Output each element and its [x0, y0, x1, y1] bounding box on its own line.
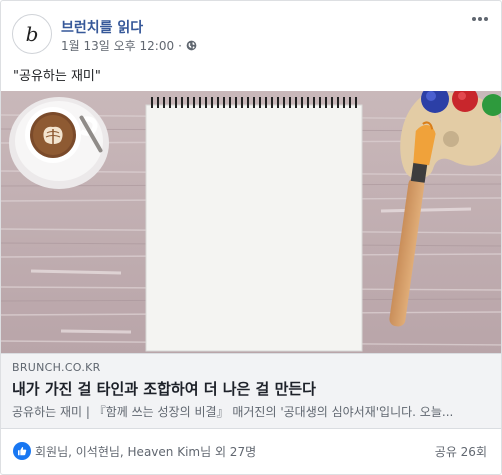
post-text: "공유하는 재미" [13, 69, 101, 84]
avatar-logo: b [25, 22, 39, 46]
meta-separator: · [178, 38, 182, 53]
thumbs-up-icon [18, 447, 27, 456]
page-name-link[interactable]: 브런치를 읽다 [61, 17, 143, 37]
post-card: b 브런치를 읽다 1월 13일 오후 12:00 · "공유하는 재미" BR… [0, 0, 502, 475]
share-count[interactable]: 공유 26회 [435, 443, 487, 460]
link-domain: BRUNCH.CO.KR [12, 361, 101, 374]
hero-illustration [1, 91, 501, 353]
link-description: 공유하는 재미 | 『함께 쓰는 성장의 비결』 매거진의 '공대생의 심야서재… [12, 405, 454, 419]
more-dot [478, 17, 482, 21]
page-avatar[interactable]: b [12, 14, 52, 54]
more-dot [472, 17, 476, 21]
post-meta: 1월 13일 오후 12:00 · [61, 37, 197, 54]
reactions-summary[interactable]: 회원님, 이석현님, Heaven Kim님 외 27명 [35, 443, 256, 460]
link-preview-image[interactable] [1, 91, 501, 353]
post-timestamp[interactable]: 1월 13일 오후 12:00 [61, 37, 174, 54]
more-dot [484, 17, 488, 21]
post-header: b 브런치를 읽다 1월 13일 오후 12:00 · [1, 1, 501, 63]
link-title[interactable]: 내가 가진 걸 타인과 조합하여 더 나은 걸 만든다 [12, 378, 316, 399]
more-options-icon[interactable] [469, 11, 491, 27]
globe-icon[interactable] [186, 40, 197, 51]
post-footer: 회원님, 이석현님, Heaven Kim님 외 27명 공유 26회 [1, 429, 501, 474]
link-preview-info[interactable]: BRUNCH.CO.KR 내가 가진 걸 타인과 조합하여 더 나은 걸 만든다… [1, 353, 501, 429]
like-icon[interactable] [13, 442, 31, 460]
